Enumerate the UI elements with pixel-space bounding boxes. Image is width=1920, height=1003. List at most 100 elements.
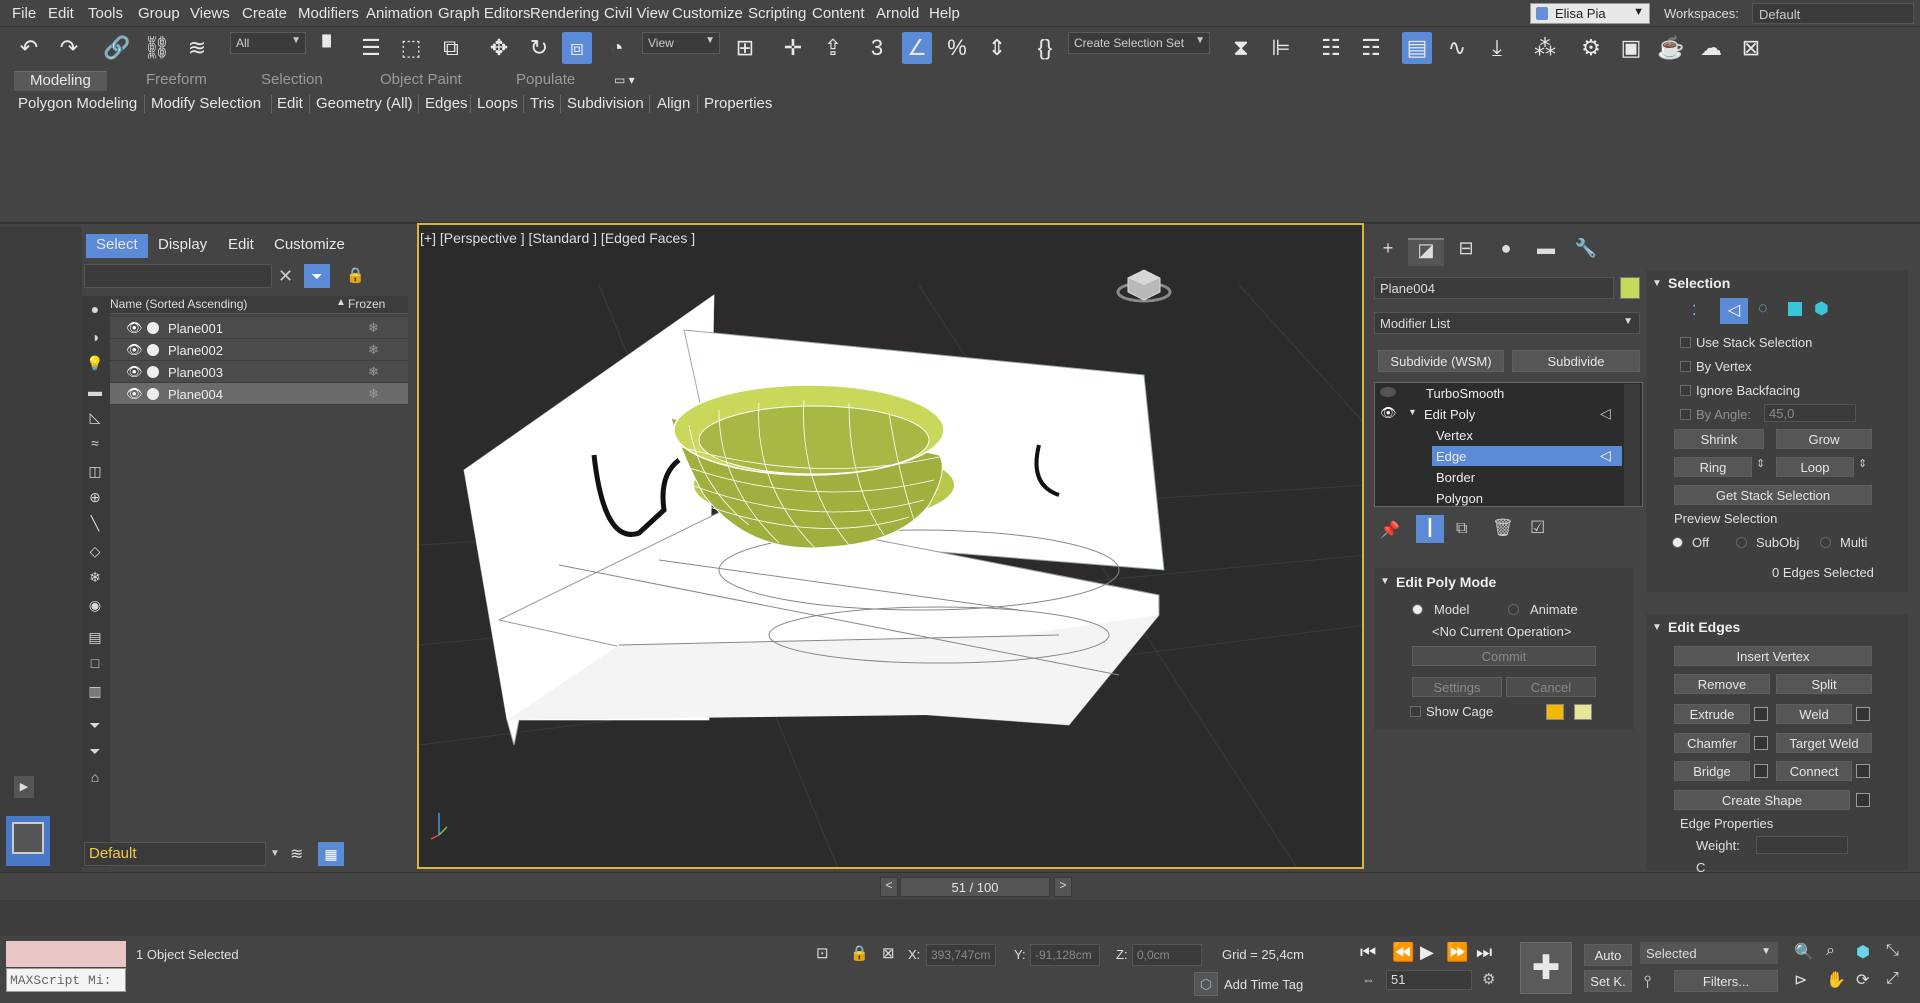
percent-snap-icon[interactable]: % [942, 32, 972, 64]
preview-off-radio[interactable] [1672, 537, 1683, 548]
table-row[interactable]: 👁 Plane002 ❄ [110, 339, 408, 361]
stack-item-edge[interactable]: Edge [1432, 446, 1622, 466]
object-color-swatch[interactable] [1620, 277, 1640, 299]
previous-frame-arrow[interactable]: < [880, 877, 898, 897]
animate-radio[interactable] [1508, 604, 1519, 615]
by-angle-spinner[interactable]: 45,0 [1764, 404, 1856, 422]
next-frame-arrow[interactable]: > [1054, 877, 1072, 897]
table-row[interactable]: 👁 Plane004 ❄ [110, 383, 408, 405]
filter-by-icon[interactable]: ⏷ [84, 740, 106, 762]
auto-key-button[interactable]: Auto [1584, 944, 1632, 966]
workspace-dropdown[interactable]: Default [1752, 3, 1914, 24]
menu-views[interactable]: Views [190, 5, 230, 22]
configure-modifier-sets-icon[interactable]: ☑ [1530, 518, 1545, 538]
modify-panel-icon[interactable]: ◪ [1408, 238, 1444, 266]
insert-vertex-button[interactable]: Insert Vertex [1674, 646, 1872, 666]
place-icon[interactable]: ◔ [602, 32, 632, 64]
move-icon[interactable]: ✥ [484, 32, 514, 64]
extrude-settings-icon[interactable] [1754, 707, 1768, 721]
set-key-button[interactable]: Set K. [1584, 970, 1632, 992]
zoom-extents-all-icon[interactable]: ⤡ [1886, 942, 1899, 960]
edit-edges-title[interactable]: Edit Edges [1668, 619, 1740, 635]
freeze-snowflake-icon[interactable]: ❄ [368, 386, 379, 402]
ribbon-options-icon[interactable]: ▭ ▾ [614, 73, 635, 87]
connect-settings-icon[interactable] [1856, 764, 1870, 778]
visibility-eye-icon[interactable]: 👁 [126, 364, 143, 380]
rect-selection-icon[interactable]: ⬚ [396, 32, 426, 64]
select-object-icon[interactable]: ▘ [316, 32, 346, 64]
get-stack-selection-button[interactable]: Get Stack Selection [1674, 485, 1872, 505]
key-mode-toggle-icon[interactable]: ⇔ [1362, 972, 1375, 987]
display-groups-icon[interactable]: ◫ [84, 460, 106, 482]
display-shapes-icon[interactable]: ◑ [84, 326, 106, 348]
ignore-backfacing-checkbox[interactable] [1680, 385, 1691, 396]
make-unique-icon[interactable]: ⧉ [1456, 520, 1467, 538]
menu-edit[interactable]: Edit [48, 5, 74, 22]
shrink-button[interactable]: Shrink [1674, 429, 1764, 449]
display-spacewarps-icon[interactable]: ≈ [84, 432, 106, 454]
display-geometry-icon[interactable]: ● [84, 298, 106, 320]
stack-scrollbar[interactable] [1624, 384, 1640, 506]
display-panel-icon[interactable]: ▬ [1528, 238, 1564, 266]
object-name-field[interactable]: Plane004 [1374, 277, 1614, 299]
model-radio[interactable] [1412, 604, 1423, 615]
subtab-properties[interactable]: Properties [704, 95, 772, 112]
use-stack-selection-checkbox[interactable] [1680, 337, 1691, 348]
ribbon-toggle-icon[interactable]: ▤ [1402, 32, 1432, 64]
maxscript-listener[interactable] [6, 941, 126, 967]
name-column-header[interactable]: Name (Sorted Ascending) [110, 297, 247, 311]
isolate-selection-icon[interactable]: ⊡ [816, 944, 829, 962]
explorer-tab-select[interactable]: Select [86, 234, 148, 258]
add-time-tag-label[interactable]: Add Time Tag [1224, 977, 1303, 992]
visibility-eye-icon[interactable]: 👁 [126, 342, 143, 358]
zoom-all-icon[interactable]: ⌕ [1826, 942, 1835, 960]
go-to-start-icon[interactable]: ⏮ [1360, 942, 1376, 963]
edit-poly-mode-title[interactable]: Edit Poly Mode [1396, 574, 1496, 590]
tab-modeling[interactable]: Modeling [14, 71, 107, 91]
remove-button[interactable]: Remove [1674, 674, 1770, 694]
zoom-icon[interactable]: 🔍 [1794, 942, 1814, 962]
subtab-edit[interactable]: Edit [277, 95, 303, 112]
zoom-extents-icon[interactable]: ⬢ [1856, 942, 1870, 962]
grow-button[interactable]: Grow [1776, 429, 1872, 449]
subdivide-button[interactable]: Subdivide [1512, 350, 1640, 372]
menu-tools[interactable]: Tools [88, 5, 123, 22]
display-cameras-icon[interactable]: ▬ [84, 380, 106, 402]
viewport-label[interactable]: [+] [Perspective ] [Standard ] [Edged Fa… [420, 230, 695, 246]
orbit-icon[interactable]: ⟳ [1856, 970, 1869, 990]
lock-icon[interactable]: 🔒 [346, 266, 365, 284]
by-angle-checkbox[interactable] [1680, 409, 1691, 420]
tab-selection[interactable]: Selection [261, 71, 323, 88]
element-mode-icon[interactable]: ⬢ [1814, 299, 1829, 319]
default-tangent-icon[interactable]: ⫯ [1644, 972, 1651, 992]
weight-spinner[interactable] [1756, 836, 1848, 854]
subtab-tris[interactable]: Tris [530, 95, 554, 112]
chevron-down-icon[interactable]: ▼ [270, 848, 280, 859]
split-button[interactable]: Split [1776, 674, 1872, 694]
subtab-align[interactable]: Align [657, 95, 690, 112]
modifier-list-dropdown[interactable]: Modifier List ▼ [1374, 312, 1640, 334]
window-crossing-icon[interactable]: ⧉ [436, 32, 466, 64]
menu-customize[interactable]: Customize [672, 5, 743, 22]
bridge-button[interactable]: Bridge [1674, 761, 1750, 781]
filter-icon[interactable]: ⏷ [304, 264, 330, 288]
weld-settings-icon[interactable] [1856, 707, 1870, 721]
align-icon[interactable]: ⊫ [1266, 32, 1296, 64]
visibility-eye-icon[interactable]: 👁 [1380, 405, 1397, 421]
field-of-view-icon[interactable]: ⊳ [1794, 970, 1807, 990]
chamfer-settings-icon[interactable] [1754, 736, 1768, 750]
settings-button[interactable]: Settings [1412, 677, 1502, 697]
rotate-icon[interactable]: ↻ [524, 32, 554, 64]
key-filter-dropdown[interactable]: Selected ▼ [1640, 942, 1778, 964]
cancel-button[interactable]: Cancel [1506, 677, 1596, 697]
menu-civil-view[interactable]: Civil View [604, 5, 669, 22]
by-vertex-checkbox[interactable] [1680, 361, 1691, 372]
freeze-snowflake-icon[interactable]: ❄ [368, 342, 379, 358]
selection-filter-dropdown[interactable]: All ▼ [230, 32, 306, 54]
schematic-view-icon[interactable]: ⤓ [1482, 32, 1512, 64]
utilities-panel-icon[interactable]: 🔧 [1568, 238, 1604, 266]
layer-explorer-icon[interactable]: ☶ [1356, 32, 1386, 64]
unlink-icon[interactable]: ⛓ [142, 32, 172, 64]
visibility-eye-icon[interactable]: 👁 [126, 386, 143, 402]
play-icon[interactable]: ▶ [1420, 942, 1434, 963]
